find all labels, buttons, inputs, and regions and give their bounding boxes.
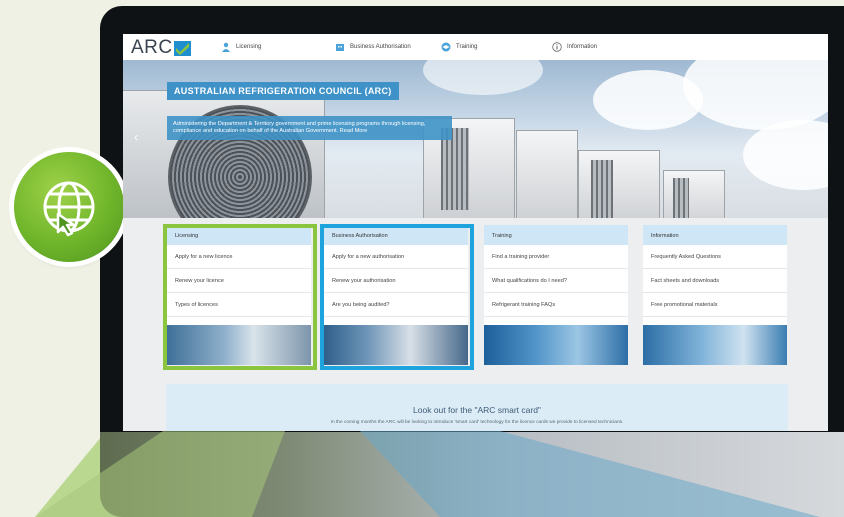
nav-licensing[interactable]: Licensing xyxy=(221,42,261,52)
nav-training-label: Training xyxy=(456,44,478,50)
training-photo xyxy=(484,325,628,365)
logo-text: ARC xyxy=(131,37,173,58)
top-navigation: ARC Licensing Business Authorisation Tra… xyxy=(123,34,828,60)
information-photo xyxy=(643,325,787,365)
building-icon xyxy=(336,44,344,51)
card-training: Training Find a training provider What q… xyxy=(484,225,628,365)
nav-training[interactable]: Training xyxy=(441,42,477,52)
banner-text: In the coming months the ARC will be loo… xyxy=(330,420,624,425)
nav-licensing-label: Licensing xyxy=(236,44,262,50)
nav-information-label: Information xyxy=(567,44,598,50)
card-link[interactable]: What qualifications do I need? xyxy=(484,269,628,293)
nav-business-authorisation[interactable]: Business Authorisation xyxy=(335,42,411,52)
arc-logo[interactable]: ARC xyxy=(131,37,191,59)
hero-title: AUSTRALIAN REFRIGERATION COUNCIL (ARC) xyxy=(167,82,399,100)
card-link[interactable]: Refrigerant training FAQs xyxy=(484,293,628,317)
carousel-prev-icon[interactable]: ‹ xyxy=(134,130,138,144)
globe-icon xyxy=(14,152,124,262)
smart-card-banner: Look out for the "ARC smart card" In the… xyxy=(166,384,788,431)
card-link[interactable]: Fact sheets and downloads xyxy=(643,269,787,293)
card-header: Training xyxy=(484,225,628,245)
licensing-highlight-frame xyxy=(163,224,317,370)
graduation-cap-icon xyxy=(441,42,451,52)
nav-information[interactable]: Information xyxy=(552,42,597,52)
card-link[interactable]: Free promotional materials xyxy=(643,293,787,317)
business-highlight-frame xyxy=(320,224,474,370)
card-information: Information Frequently Asked Questions F… xyxy=(643,225,787,365)
hero-description: Administering the Department & Territory… xyxy=(167,116,452,140)
nav-business-label: Business Authorisation xyxy=(350,44,411,50)
card-link[interactable]: Frequently Asked Questions xyxy=(643,245,787,269)
banner-title: Look out for the "ARC smart card" xyxy=(413,405,541,415)
card-link[interactable]: Find a training provider xyxy=(484,245,628,269)
card-header: Information xyxy=(643,225,787,245)
person-icon xyxy=(222,42,230,52)
logo-check-icon xyxy=(173,40,191,56)
info-icon xyxy=(552,42,562,52)
hero-banner: ‹ AUSTRALIAN REFRIGERATION COUNCIL (ARC)… xyxy=(123,60,828,218)
